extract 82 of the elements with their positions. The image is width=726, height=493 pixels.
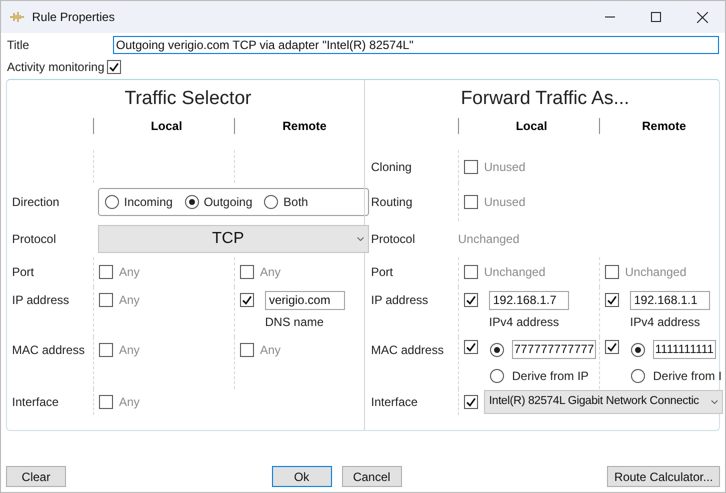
radio-button[interactable] (105, 195, 119, 209)
option-label: Any (119, 342, 140, 359)
dialog-button[interactable]: Ok (272, 466, 332, 487)
row-label: Port (12, 264, 34, 281)
checkbox[interactable] (605, 293, 619, 307)
option-label: Outgoing (204, 194, 252, 211)
row-label: Port (371, 264, 394, 281)
radio-button[interactable] (264, 195, 278, 209)
field-label: Activity monitoring (7, 59, 104, 76)
section-heading: Forward Traffic As... (460, 86, 630, 111)
column-header: Remote (642, 118, 686, 135)
option-label: Derive from IP (512, 368, 589, 385)
option-label: Unused (484, 158, 526, 176)
chevron-down-icon (711, 400, 718, 404)
input-field[interactable]: 777777777777 (512, 340, 596, 359)
field-caption: IPv4 address (489, 314, 560, 331)
dialog-button[interactable]: Route Calculator... (607, 466, 720, 487)
radio-button[interactable] (490, 342, 504, 356)
input-field[interactable]: 192.168.1.1 (630, 290, 710, 310)
input-field[interactable]: verigio.com (265, 290, 345, 310)
title-input[interactable]: Outgoing verigio.com TCP via adapter "Intel(R) 82574L" (113, 36, 719, 54)
column-header: Local (516, 118, 548, 135)
field-label: Title (7, 37, 30, 54)
close-icon (696, 12, 708, 22)
checkbox[interactable] (464, 160, 478, 174)
option-label: Incoming (124, 194, 173, 211)
chevron-down-icon (357, 237, 364, 241)
window-title: Rule Properties (32, 9, 115, 26)
checkbox[interactable] (240, 265, 254, 279)
option-label: Unchanged (625, 264, 686, 281)
dialog-button[interactable]: Clear (6, 466, 66, 487)
option-label: Any (260, 264, 281, 281)
row-label: IP address (12, 292, 70, 309)
interface-dropdown[interactable]: Intel(R) 82574L Gigabit Network Connectic (484, 390, 723, 414)
row-label: Routing (371, 194, 412, 211)
row-label: MAC address (12, 342, 85, 359)
radio-button[interactable] (184, 195, 199, 209)
option-label: Unused (484, 194, 526, 211)
radio-button[interactable] (490, 369, 504, 383)
option-label: Any (119, 394, 140, 411)
protocol-dropdown[interactable]: TCP (98, 225, 369, 253)
option-label: Any (119, 292, 140, 309)
checkbox[interactable] (464, 340, 478, 354)
input-field[interactable]: 1111111111 (653, 340, 716, 359)
maximize-icon (651, 12, 661, 22)
option-label: Any (119, 264, 140, 281)
checkbox[interactable] (464, 293, 478, 307)
checkbox[interactable] (240, 293, 254, 307)
checkbox[interactable] (464, 395, 478, 409)
column-header: Remote (282, 118, 326, 135)
field-caption: DNS name (265, 314, 325, 331)
option-label: Both (283, 194, 308, 211)
row-label: IP address (371, 292, 428, 309)
row-label: Cloning (371, 158, 412, 176)
checkbox[interactable] (99, 265, 113, 279)
column-header: Local (150, 118, 182, 135)
option-label: Any (260, 342, 281, 359)
option-label: Unchanged (484, 264, 546, 281)
checkbox[interactable] (605, 265, 619, 279)
checkbox[interactable] (99, 395, 113, 409)
radio-button[interactable] (631, 342, 645, 356)
option-label: Derive from I (653, 368, 722, 385)
checkbox[interactable] (464, 265, 478, 279)
input-field[interactable]: 192.168.1.7 (489, 290, 569, 310)
row-label: Interface (371, 394, 418, 411)
checkbox[interactable] (605, 340, 619, 354)
radio-button[interactable] (631, 369, 645, 383)
section-heading: Traffic Selector (124, 86, 252, 111)
row-label: Direction (12, 194, 60, 211)
row-label: MAC address (371, 342, 444, 359)
row-label: Interface (12, 394, 59, 411)
app-icon (10, 11, 24, 23)
checkbox[interactable] (99, 293, 113, 307)
checkbox[interactable] (107, 60, 122, 74)
checkbox[interactable] (99, 343, 113, 357)
protocol-value: Unchanged (458, 231, 520, 248)
checkbox[interactable] (464, 195, 478, 209)
row-label: Protocol (371, 231, 416, 248)
dialog-button[interactable]: Cancel (342, 466, 402, 487)
row-label: Protocol (12, 231, 56, 248)
field-caption: IPv4 address (630, 314, 702, 331)
checkbox[interactable] (240, 343, 254, 357)
